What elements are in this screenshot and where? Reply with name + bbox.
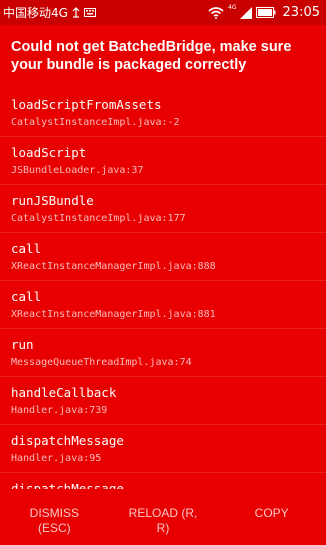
dismiss-button[interactable]: DISMISS (ESC) bbox=[0, 489, 109, 545]
frame-method: dispatchMessage bbox=[11, 433, 124, 448]
copy-button-label: COPY bbox=[254, 506, 289, 520]
frame-method: call bbox=[11, 241, 42, 256]
network-type-label: 4G bbox=[228, 4, 237, 11]
frame-method: runJSBundle bbox=[11, 193, 94, 208]
frame-file: Handler.java:95 bbox=[11, 453, 102, 464]
battery-icon bbox=[255, 7, 276, 18]
reload-button[interactable]: RELOAD (R, R) bbox=[109, 489, 218, 545]
frame-file: CatalystInstanceImpl.java:-2 bbox=[11, 117, 180, 128]
frame-file: CatalystInstanceImpl.java:177 bbox=[11, 213, 186, 224]
stack-frame[interactable]: runJSBundle CatalystInstanceImpl.java:17… bbox=[0, 185, 326, 233]
frame-method: loadScriptFromAssets bbox=[11, 97, 162, 112]
error-title: Could not get BatchedBridge, make sure y… bbox=[11, 39, 292, 73]
status-right: 4G 23:05 bbox=[208, 4, 320, 20]
stack-frame[interactable]: loadScript JSBundleLoader.java:37 bbox=[0, 137, 326, 185]
frame-file: Handler.java:739 bbox=[11, 405, 108, 416]
stack-frame[interactable]: handleCallback Handler.java:739 bbox=[0, 377, 326, 425]
carrier-label: 中国移动4G bbox=[3, 6, 68, 20]
frame-method: dispatchMessage bbox=[11, 481, 124, 489]
stack-frame[interactable]: loadScriptFromAssets CatalystInstanceImp… bbox=[0, 89, 326, 137]
frame-file: JSBundleLoader.java:37 bbox=[11, 165, 144, 176]
stack-frame[interactable]: dispatchMessage bbox=[0, 473, 326, 489]
stack-trace-list[interactable]: loadScriptFromAssets CatalystInstanceImp… bbox=[0, 89, 326, 489]
dismiss-button-label: DISMISS (ESC) bbox=[29, 506, 79, 535]
frame-file: XReactInstanceManagerImpl.java:888 bbox=[11, 261, 216, 272]
frame-file: MessageQueueThreadImpl.java:74 bbox=[11, 357, 192, 368]
copy-button[interactable]: COPY bbox=[217, 489, 326, 545]
clock: 23:05 bbox=[282, 5, 320, 20]
frame-method: call bbox=[11, 289, 42, 304]
frame-method: loadScript bbox=[11, 145, 87, 160]
stack-frame[interactable]: run MessageQueueThreadImpl.java:74 bbox=[0, 329, 326, 377]
stack-frame[interactable]: dispatchMessage Handler.java:95 bbox=[0, 425, 326, 473]
signal-icon bbox=[239, 6, 252, 19]
frame-file: XReactInstanceManagerImpl.java:881 bbox=[11, 309, 216, 320]
stack-frame[interactable]: call XReactInstanceManagerImpl.java:881 bbox=[0, 281, 326, 329]
stack-frame[interactable]: call XReactInstanceManagerImpl.java:888 bbox=[0, 233, 326, 281]
wifi-icon bbox=[208, 6, 224, 19]
frame-method: run bbox=[11, 337, 34, 352]
status-left: 中国移动4G bbox=[3, 4, 96, 21]
frame-method: handleCallback bbox=[11, 385, 117, 400]
status-bar: 中国移动4G 4G 23:05 bbox=[0, 0, 326, 25]
action-button-bar: DISMISS (ESC) RELOAD (R, R) COPY bbox=[0, 489, 326, 545]
keyboard-icon bbox=[83, 8, 96, 17]
usb-debug-icon bbox=[71, 7, 81, 18]
reload-button-label: RELOAD (R, R) bbox=[128, 506, 198, 535]
